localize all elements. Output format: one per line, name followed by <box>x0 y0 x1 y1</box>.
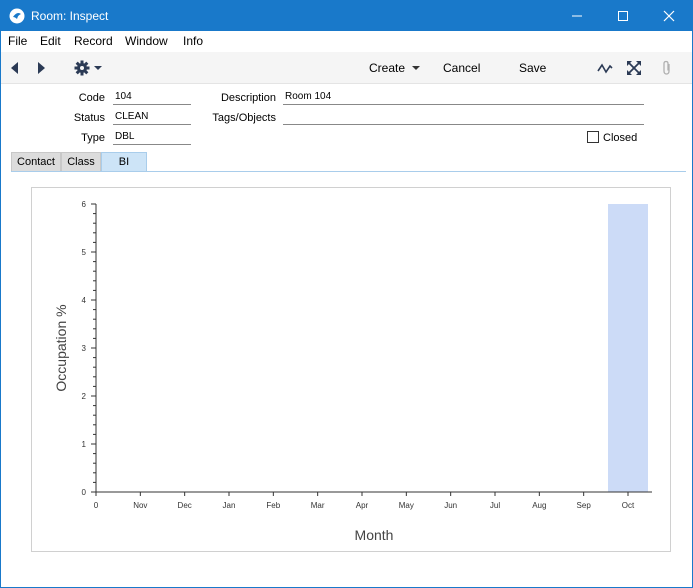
x-tick-label-Aug: Aug <box>532 501 546 510</box>
y-tick-label: 0 <box>82 488 87 497</box>
tab-class-label: Class <box>67 156 95 168</box>
window-title: Room: Inspect <box>31 9 109 23</box>
description-field[interactable]: Room 104 <box>283 90 644 105</box>
menu-window[interactable]: Window <box>125 34 168 48</box>
y-tick-label: 1 <box>82 440 87 449</box>
room-inspect-window: Room: Inspect File Edit Record Window In… <box>0 0 693 588</box>
close-window-button[interactable] <box>646 1 692 31</box>
menu-file[interactable]: File <box>8 34 27 48</box>
x-tick-label-Jan: Jan <box>223 501 236 510</box>
type-field[interactable]: DBL <box>113 130 191 145</box>
tab-contact[interactable]: Contact <box>11 152 61 172</box>
tab-bi-label: BI <box>118 156 130 168</box>
previous-record-button[interactable] <box>9 52 25 84</box>
x-tick-label-Feb: Feb <box>266 501 280 510</box>
code-label: Code <box>78 92 105 104</box>
y-axis-label: Occupation % <box>53 304 69 391</box>
arrow-left-icon <box>11 62 18 74</box>
x-tick-label-Jul: Jul <box>490 501 500 510</box>
bar-Oct <box>608 204 648 492</box>
toolbar: Create Cancel Save <box>1 52 692 84</box>
status-field[interactable]: CLEAN <box>113 110 191 125</box>
description-label: Description <box>220 92 276 104</box>
cancel-label: Cancel <box>443 61 481 75</box>
save-button[interactable]: Save <box>519 52 546 84</box>
closed-label: Closed <box>603 132 638 144</box>
tags-objects-label: Tags/Objects <box>212 112 276 124</box>
menu-edit[interactable]: Edit <box>40 34 61 48</box>
x-tick-label-Dec: Dec <box>178 501 192 510</box>
type-label: Type <box>81 132 105 144</box>
y-tick-label: 2 <box>82 392 87 401</box>
close-icon <box>663 10 675 22</box>
app-icon <box>9 8 25 24</box>
next-record-button[interactable] <box>37 52 53 84</box>
arrow-right-icon <box>38 62 45 74</box>
minimize-icon <box>572 15 582 17</box>
cancel-button[interactable]: Cancel <box>443 52 480 84</box>
maximize-button[interactable] <box>600 1 646 31</box>
save-label: Save <box>519 61 547 75</box>
minimize-button[interactable] <box>554 1 600 31</box>
title-bar[interactable]: Room: Inspect <box>1 1 692 31</box>
x-tick-label-Sep: Sep <box>577 501 592 510</box>
menu-record[interactable]: Record <box>74 34 113 48</box>
maximize-icon <box>618 11 628 21</box>
pulse-icon <box>597 63 613 74</box>
occupation-chart-panel: 0 1 2 3 4 5 6 0 Nov Dec Jan Feb Mar Apr May Jun Jul Aug Se… <box>31 187 671 552</box>
x-tick-label-Mar: Mar <box>311 501 325 510</box>
expand-button[interactable] <box>627 52 643 84</box>
x-tick-label-0: 0 <box>94 501 99 510</box>
y-tick-label: 6 <box>82 200 87 209</box>
tab-divider <box>11 171 686 172</box>
chevron-down-icon <box>412 66 421 70</box>
tags-objects-field[interactable] <box>283 110 644 125</box>
create-label: Create <box>369 61 406 75</box>
x-axis-label: Month <box>355 527 394 543</box>
tab-class[interactable]: Class <box>61 152 101 172</box>
tab-bi[interactable]: BI <box>101 152 147 172</box>
x-tick-label-Oct: Oct <box>622 501 635 510</box>
paperclip-icon <box>663 60 670 75</box>
attachment-button[interactable] <box>661 52 677 84</box>
y-tick-label: 4 <box>82 296 87 305</box>
x-tick-label-May: May <box>399 501 414 510</box>
x-tick-label-Apr: Apr <box>356 501 369 510</box>
expand-icon <box>627 61 641 75</box>
create-button[interactable]: Create <box>369 52 423 84</box>
closed-checkbox[interactable] <box>587 131 599 143</box>
x-tick-label-Jun: Jun <box>444 501 457 510</box>
activity-button[interactable] <box>597 52 613 84</box>
tab-contact-label: Contact <box>17 156 55 168</box>
status-label: Status <box>73 112 105 124</box>
y-tick-label: 3 <box>82 344 87 353</box>
y-tick-label: 5 <box>82 248 87 257</box>
operations-menu-button[interactable] <box>74 52 106 84</box>
occupation-chart: 0 1 2 3 4 5 6 0 Nov Dec Jan Feb Mar Apr May Jun Jul Aug Se… <box>53 200 652 543</box>
gear-icon <box>74 60 102 76</box>
code-field[interactable]: 104 <box>113 90 191 105</box>
menu-info[interactable]: Info <box>183 34 203 48</box>
x-tick-label-Nov: Nov <box>133 501 147 510</box>
menu-bar: File Edit Record Window Info <box>1 31 692 51</box>
